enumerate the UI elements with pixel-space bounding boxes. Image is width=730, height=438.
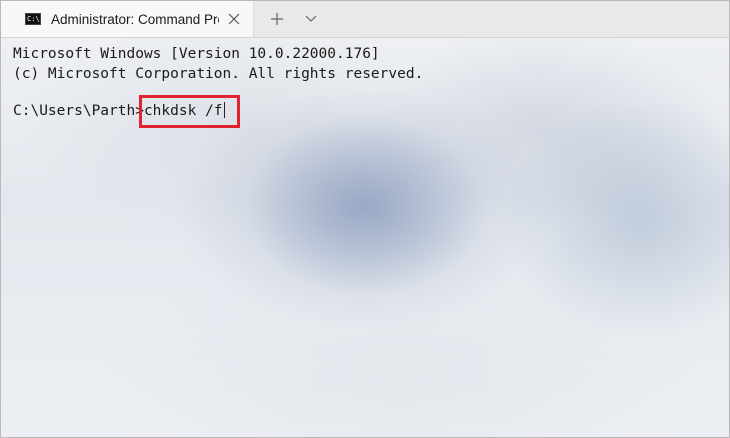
close-icon[interactable]: [225, 10, 243, 28]
cmd-icon: C:\.: [25, 13, 44, 25]
tab-command-prompt[interactable]: C:\. Administrator: Command Prompt: [1, 1, 254, 37]
terminal-window: C:\. Administrator: Command Prompt Micro…: [0, 0, 730, 438]
version-line: Microsoft Windows [Version 10.0.22000.17…: [13, 46, 380, 62]
prompt-path: C:\Users\Parth>: [13, 103, 144, 119]
terminal-output[interactable]: Microsoft Windows [Version 10.0.22000.17…: [1, 38, 729, 437]
cmd-icon-text: C:\.: [27, 15, 44, 23]
plus-icon[interactable]: [265, 7, 289, 31]
copyright-line: (c) Microsoft Corporation. All rights re…: [13, 66, 424, 82]
tab-title: Administrator: Command Prompt: [51, 11, 219, 27]
tab-strip: C:\. Administrator: Command Prompt: [1, 1, 729, 38]
chevron-down-icon[interactable]: [299, 7, 323, 31]
command-highlight-box: [139, 95, 240, 128]
